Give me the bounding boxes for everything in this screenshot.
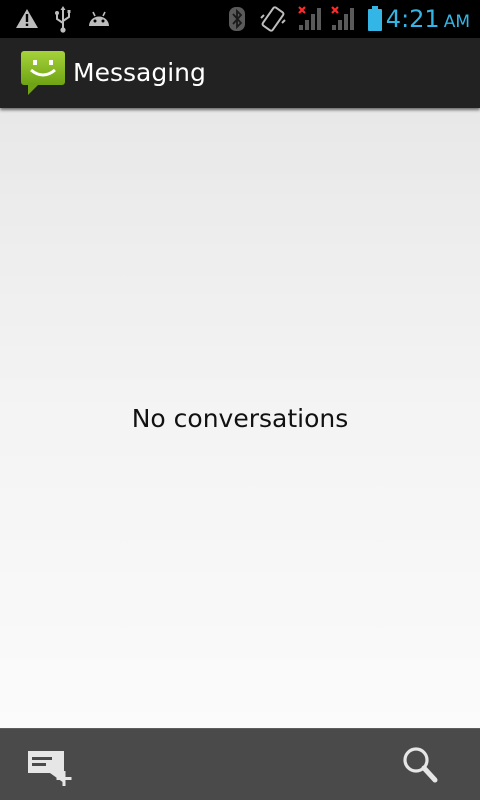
bluetooth-icon: [229, 7, 245, 31]
messaging-app-icon[interactable]: [20, 50, 66, 96]
usb-icon: [55, 6, 71, 33]
compose-new-message-button[interactable]: [0, 729, 96, 800]
warning-icon: [16, 9, 38, 28]
bottom-action-bar: [0, 728, 480, 800]
messaging-screen: 4:21 AM Messaging No conversations: [0, 0, 480, 800]
empty-state-message: No conversations: [131, 404, 349, 433]
action-bar: Messaging: [0, 38, 480, 108]
app-title: Messaging: [73, 58, 206, 87]
compose-icon: [28, 751, 72, 786]
search-icon: [403, 747, 438, 783]
signal-no-service-icon: [331, 6, 354, 30]
android-debug-icon: [89, 11, 109, 26]
status-bar: 4:21 AM: [0, 0, 480, 38]
clock-time: 4:21: [385, 5, 440, 33]
clock-ampm: AM: [443, 12, 470, 32]
battery-icon: [368, 6, 382, 31]
vibrate-icon: [260, 6, 286, 32]
signal-no-service-icon: [298, 6, 321, 30]
search-button[interactable]: [384, 729, 480, 800]
status-clock: 4:21 AM: [386, 5, 470, 36]
conversation-list: No conversations: [0, 108, 480, 728]
